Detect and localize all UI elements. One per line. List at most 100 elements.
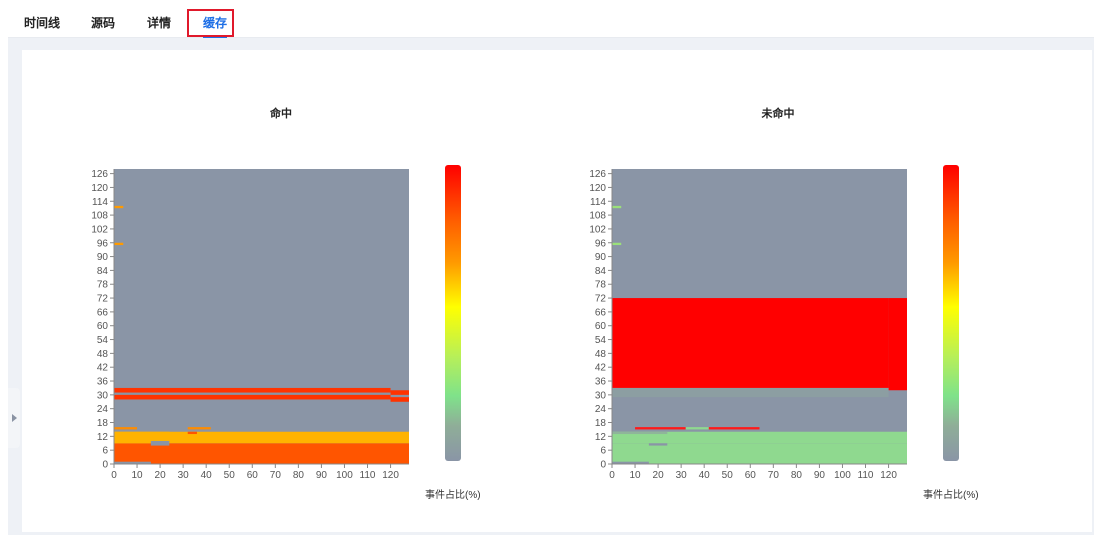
tab-cache[interactable]: 缓存 [203,14,228,38]
y-tick-label: 42 [97,363,109,374]
y-tick-label: 126 [91,169,108,180]
x-tick-label: 100 [336,470,353,481]
x-tick-label: 60 [745,470,757,481]
x-tick-label: 20 [653,470,665,481]
heatmap-cell [114,242,124,246]
x-tick-label: 90 [814,470,826,481]
x-tick-label: 120 [880,470,897,481]
y-tick-label: 108 [91,211,108,222]
chart-title-miss: 未命中 [761,108,795,120]
heatmap-cell [685,427,709,430]
x-tick-label: 30 [676,470,688,481]
y-tick-label: 18 [97,418,109,429]
x-tick-label: 70 [768,470,780,481]
y-tick-label: 120 [91,183,108,194]
tab-details[interactable]: 详情 [147,14,171,31]
heatmap-cell [612,298,889,388]
x-tick-label: 80 [791,470,803,481]
heatmap-cell [612,242,622,246]
y-tick-label: 90 [595,252,607,263]
y-tick-label: 78 [595,280,607,291]
heatmap-cell [114,427,138,430]
x-tick-label: 90 [316,470,328,481]
tab-cache-label: 缓存 [203,16,228,30]
heatmap-cell [390,390,409,395]
x-tick-label: 110 [858,470,874,481]
legend-label-hit: 事件占比(%) [425,490,481,501]
y-tick-label: 78 [97,280,109,291]
y-tick-label: 24 [97,404,109,415]
y-tick-label: 90 [97,252,109,263]
y-tick-label: 66 [595,307,607,318]
x-tick-label: 30 [178,470,190,481]
colorbar-miss [943,165,959,461]
heatmap-cell [150,440,170,446]
y-tick-label: 114 [92,197,108,208]
x-tick-label: 40 [699,470,711,481]
y-tick-label: 114 [590,197,606,208]
y-tick-label: 54 [97,335,109,346]
x-tick-label: 50 [722,470,734,481]
x-tick-label: 80 [293,470,305,481]
y-tick-label: 42 [595,363,607,374]
y-tick-label: 66 [97,307,109,318]
y-tick-label: 102 [91,224,108,235]
x-tick-label: 70 [270,470,282,481]
y-tick-label: 12 [595,432,607,443]
x-tick-label: 10 [629,470,641,481]
y-tick-label: 36 [97,377,109,388]
y-tick-label: 84 [595,266,607,277]
x-tick-label: 50 [224,470,236,481]
heatmap-miss: 0 6 12 18 24 30 36 42 48 54 60 66 72 78 84 90 96 102 108 11… [589,169,907,481]
tab-bar: 时间线 源码 详情 缓存 [8,8,1094,38]
heatmap-cell [114,387,391,393]
y-tick-label: 96 [97,238,109,249]
chart-title-hit: 命中 [270,108,292,120]
y-tick-label: 48 [97,349,109,360]
y-tick-label: 18 [595,418,607,429]
heatmap-cell [187,427,211,430]
colorbar-hit [445,165,461,461]
y-tick-label: 60 [595,321,607,332]
tab-timeline[interactable]: 时间线 [24,14,60,31]
heatmap-cell [114,169,409,464]
x-tick-label: 120 [382,470,399,481]
heatmap-cell [612,443,907,464]
x-tick-label: 60 [247,470,259,481]
y-tick-label: 0 [102,460,108,471]
legend-label-miss: 事件占比(%) [923,490,979,501]
tab-source[interactable]: 源码 [91,14,115,31]
x-tick-label: 100 [834,470,851,481]
y-tick-label: 72 [595,294,607,305]
heatmap-cell [888,298,907,391]
y-tick-label: 30 [97,390,109,401]
x-tick-label: 40 [201,470,213,481]
y-tick-label: 60 [97,321,109,332]
chevron-right-icon [11,414,17,422]
heatmap-cell [612,205,622,209]
y-tick-label: 84 [97,266,109,277]
y-tick-label: 30 [595,390,607,401]
y-tick-label: 48 [595,349,607,360]
heatmap-cell [390,397,409,402]
x-tick-label: 20 [155,470,167,481]
x-tick-label: 10 [131,470,143,481]
y-tick-label: 102 [589,224,606,235]
y-tick-label: 12 [97,432,109,443]
x-tick-label: 0 [111,470,117,481]
heatmap-cell [612,431,668,435]
y-tick-label: 6 [102,446,108,457]
sidebar-expand-button[interactable] [8,388,20,448]
heatmap-cell [187,431,197,435]
y-tick-label: 96 [595,238,607,249]
heatmap-hit: 0 6 12 18 24 30 36 42 48 54 60 66 72 78 84 90 96 102 108 11… [91,169,409,481]
y-tick-label: 24 [595,404,607,415]
heatmap-cell [708,427,760,430]
heatmap-cell [612,387,889,398]
y-tick-label: 126 [589,169,606,180]
heatmap-cell [114,394,391,400]
y-tick-label: 0 [600,460,606,471]
x-tick-label: 0 [609,470,615,481]
y-tick-label: 54 [595,335,607,346]
heatmap-cell [114,205,124,209]
